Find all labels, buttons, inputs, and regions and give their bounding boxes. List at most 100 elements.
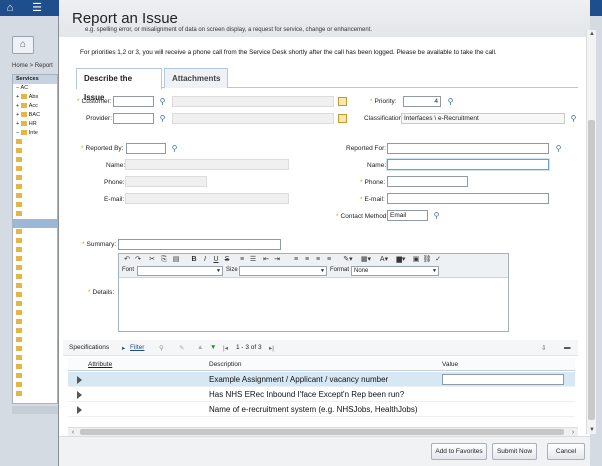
- tree-item[interactable]: [13, 174, 57, 183]
- font-select[interactable]: ▼: [137, 266, 223, 276]
- priority-field[interactable]: 4: [403, 96, 441, 107]
- tree-item[interactable]: + HR: [13, 120, 57, 129]
- priority-search-icon[interactable]: ⚲: [446, 97, 455, 106]
- provider-lookup-icon[interactable]: [338, 114, 347, 123]
- column-attribute[interactable]: Attribute: [88, 361, 112, 368]
- underline-button[interactable]: U: [211, 255, 221, 264]
- tab-attachments[interactable]: Attachments: [164, 68, 228, 88]
- tree-item[interactable]: [13, 363, 57, 372]
- spellcheck-icon[interactable]: ✓: [433, 255, 443, 264]
- submit-now-button[interactable]: Submit Now: [492, 443, 537, 460]
- tree-item[interactable]: + Acc: [13, 102, 57, 111]
- tree-item[interactable]: [13, 255, 57, 264]
- cancel-button[interactable]: Cancel: [547, 443, 585, 460]
- tree-item[interactable]: [13, 183, 57, 192]
- grid-hscrollbar[interactable]: ‹ ›: [68, 427, 578, 436]
- reported-by-field[interactable]: [126, 143, 166, 154]
- tree-item[interactable]: [13, 264, 57, 273]
- paste-icon[interactable]: ▤: [171, 255, 181, 264]
- up-arrow-icon[interactable]: ▲: [197, 344, 203, 351]
- image-icon[interactable]: ▣: [411, 255, 421, 264]
- edit-icon[interactable]: ✎: [179, 344, 184, 352]
- first-page-icon[interactable]: |◂: [223, 344, 228, 352]
- tree-item[interactable]: [13, 273, 57, 282]
- tab-describe-issue[interactable]: Describe the Issue: [76, 68, 162, 102]
- link-icon[interactable]: ⛓: [422, 255, 432, 264]
- align-left-icon[interactable]: ≡: [291, 255, 301, 264]
- down-arrow-icon[interactable]: ▼: [210, 344, 216, 351]
- tree-item[interactable]: [13, 327, 57, 336]
- tree-item[interactable]: [13, 390, 57, 399]
- size-select[interactable]: ▼: [239, 266, 327, 276]
- outdent-icon[interactable]: ⇤: [261, 255, 271, 264]
- tree-item[interactable]: [13, 318, 57, 327]
- tree-item[interactable]: [13, 201, 57, 210]
- tree-item[interactable]: Services: [13, 75, 57, 84]
- tree-item[interactable]: − AC: [13, 84, 57, 93]
- export-icon[interactable]: ⇩: [541, 344, 546, 352]
- tree-item[interactable]: [13, 192, 57, 201]
- table-row[interactable]: Example Assignment / Applicant / vacancy…: [68, 372, 575, 387]
- contact-method-search-icon[interactable]: ⚲: [432, 211, 441, 220]
- tree-item[interactable]: [13, 138, 57, 147]
- tree-item[interactable]: [13, 237, 57, 246]
- tree-item[interactable]: [13, 291, 57, 300]
- menu-icon[interactable]: ☰: [30, 1, 44, 15]
- tree-item[interactable]: − Inte: [13, 129, 57, 138]
- justify-icon[interactable]: ≡: [324, 255, 334, 264]
- copy-icon[interactable]: ⎘: [159, 255, 169, 264]
- tree-item[interactable]: [13, 372, 57, 381]
- undo-icon[interactable]: ↶: [122, 255, 132, 264]
- expand-row-icon[interactable]: [77, 406, 82, 414]
- ordered-list-icon[interactable]: ≡: [237, 255, 247, 264]
- format-select[interactable]: None ▼: [351, 266, 439, 276]
- tree-item[interactable]: + BAC: [13, 111, 57, 120]
- tree-item[interactable]: [13, 309, 57, 318]
- home-button[interactable]: ⌂: [12, 36, 34, 54]
- tree-item[interactable]: [13, 156, 57, 165]
- filter-link[interactable]: Filter: [130, 344, 144, 351]
- align-right-icon[interactable]: ≡: [313, 255, 323, 264]
- tree-item[interactable]: [13, 354, 57, 363]
- strike-button[interactable]: S: [222, 255, 232, 264]
- expand-row-icon[interactable]: [77, 376, 82, 384]
- customer-field[interactable]: [113, 96, 154, 107]
- classification-field[interactable]: Interfaces \ e-Recruitment: [401, 113, 565, 124]
- tree-item[interactable]: [13, 228, 57, 237]
- reported-for-email-field[interactable]: [387, 193, 549, 204]
- home-icon[interactable]: ⌂: [3, 1, 17, 15]
- scroll-down-icon[interactable]: ▼: [587, 426, 597, 434]
- cut-icon[interactable]: ✂: [147, 255, 157, 264]
- add-to-favorites-button[interactable]: Add to Favorites: [431, 443, 487, 460]
- reported-by-search-icon[interactable]: ⚲: [170, 144, 179, 153]
- tree-item[interactable]: [13, 336, 57, 345]
- bold-button[interactable]: B: [189, 255, 199, 264]
- last-page-icon[interactable]: ▸|: [269, 344, 274, 352]
- summary-field[interactable]: [118, 239, 281, 250]
- contact-method-field[interactable]: Email: [387, 210, 428, 221]
- collapse-icon[interactable]: ▬: [564, 344, 571, 351]
- highlight-icon[interactable]: ✎▾: [341, 255, 355, 264]
- tree-item[interactable]: [13, 165, 57, 174]
- row-value-input[interactable]: [442, 374, 564, 385]
- reported-for-field[interactable]: [387, 143, 549, 154]
- italic-button[interactable]: I: [200, 255, 210, 264]
- indent-icon[interactable]: ⇥: [272, 255, 282, 264]
- customer-search-icon[interactable]: ⚲: [158, 97, 167, 106]
- tree-item[interactable]: [13, 282, 57, 291]
- tree-hscrollbar[interactable]: [12, 406, 58, 414]
- dialog-vscrollbar[interactable]: ▲ ▼: [586, 30, 596, 434]
- font-color-icon[interactable]: A▾: [377, 255, 391, 264]
- reported-for-phone-field[interactable]: [387, 176, 468, 187]
- table-icon[interactable]: ▦▾: [359, 255, 373, 264]
- search-icon[interactable]: ⚲: [159, 344, 164, 352]
- classification-search-icon[interactable]: ⚲: [569, 114, 578, 123]
- filter-icon[interactable]: ▸: [122, 344, 125, 352]
- scrollbar-thumb[interactable]: [80, 429, 564, 435]
- redo-icon[interactable]: ↷: [133, 255, 143, 264]
- tree-item[interactable]: [13, 210, 57, 219]
- reported-for-search-icon[interactable]: ⚲: [554, 144, 563, 153]
- tree-item-selected[interactable]: [13, 219, 57, 228]
- table-row[interactable]: Has NHS ERec Inbound I'face Except'n Rep…: [68, 387, 575, 402]
- align-center-icon[interactable]: ≡: [302, 255, 312, 264]
